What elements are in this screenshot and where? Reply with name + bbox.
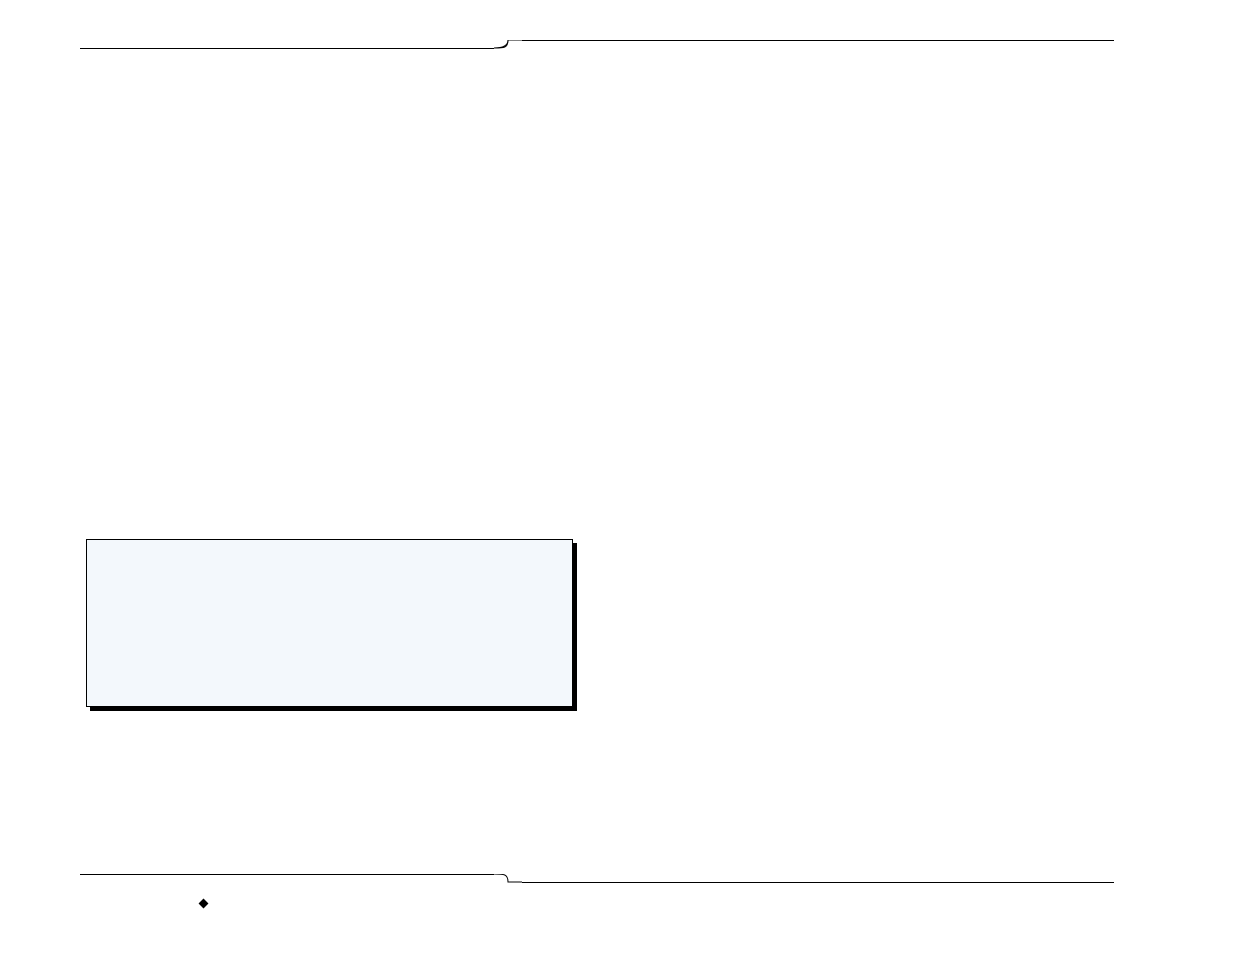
- top-separator: [80, 40, 1114, 56]
- top-separator-right-rule: [522, 40, 1114, 41]
- bottom-separator: [80, 874, 1114, 890]
- diamond-icon: [199, 898, 209, 908]
- top-separator-left-rule: [80, 48, 494, 49]
- bottom-separator-curve-icon: [494, 874, 522, 890]
- top-separator-curve-icon: [494, 40, 522, 56]
- callout-box: [86, 539, 573, 707]
- bottom-separator-left-rule: [80, 874, 494, 875]
- page-footer: [88, 894, 219, 912]
- bottom-separator-right-rule: [522, 882, 1114, 883]
